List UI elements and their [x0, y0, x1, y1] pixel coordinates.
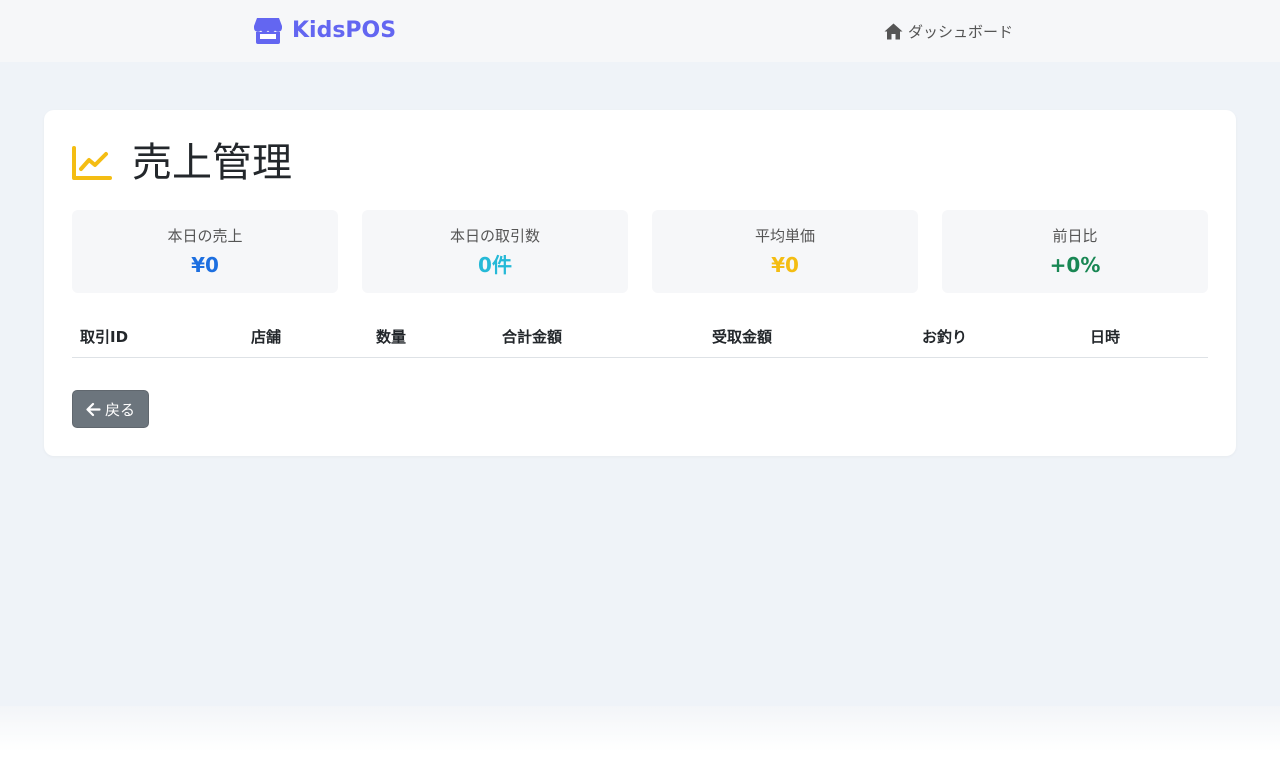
column-header-datetime: 日時: [1090, 328, 1121, 346]
back-button[interactable]: 戻る: [72, 390, 149, 428]
column-header-store: 店舗: [251, 328, 282, 346]
back-button-label: 戻る: [104, 400, 135, 419]
column-header-total-amount: 合計金額: [502, 328, 563, 346]
stat-card-today-sales: 本日の売上 ¥0: [72, 210, 338, 293]
home-icon: [884, 23, 903, 40]
column-header-received-amount: 受取金額: [712, 328, 773, 346]
page-title: 売上管理: [132, 140, 292, 186]
stat-value: ¥0: [771, 253, 799, 277]
stat-card-today-transactions: 本日の取引数 0件: [362, 210, 628, 293]
stat-label: 前日比: [1052, 227, 1098, 245]
stat-label: 平均単価: [754, 227, 815, 245]
stat-value: +0%: [1049, 253, 1101, 277]
footer-area: [0, 706, 1280, 782]
stat-card-average-price: 平均単価 ¥0: [652, 210, 918, 293]
top-navbar: KidsPOS ダッシュボード: [0, 0, 1280, 62]
column-header-quantity: 数量: [376, 328, 407, 346]
sales-card: 売上管理 本日の売上 ¥0 本日の取引数 0件 平均単価 ¥0 前日比 +0% …: [44, 110, 1236, 456]
sales-table-header: 取引ID 店舗 数量 合計金額 受取金額 お釣り 日時: [72, 322, 1208, 358]
nav-dashboard-label: ダッシュボード: [908, 22, 1014, 41]
stat-value: ¥0: [191, 253, 219, 277]
brand-name: KidsPOS: [292, 17, 397, 43]
store-icon: [253, 15, 283, 45]
stat-value: 0件: [478, 253, 512, 277]
stat-label: 本日の取引数: [449, 227, 540, 245]
chart-line-icon: [72, 144, 112, 182]
nav-dashboard-link[interactable]: ダッシュボード: [884, 20, 1013, 42]
page-header: 売上管理: [72, 140, 292, 186]
arrow-left-icon: [86, 402, 101, 417]
stat-card-day-over-day: 前日比 +0%: [942, 210, 1208, 293]
stat-label: 本日の売上: [167, 227, 243, 245]
column-header-change: お釣り: [922, 328, 968, 346]
brand-logo-link[interactable]: KidsPOS: [253, 15, 396, 45]
column-header-transaction-id: 取引ID: [80, 328, 129, 346]
